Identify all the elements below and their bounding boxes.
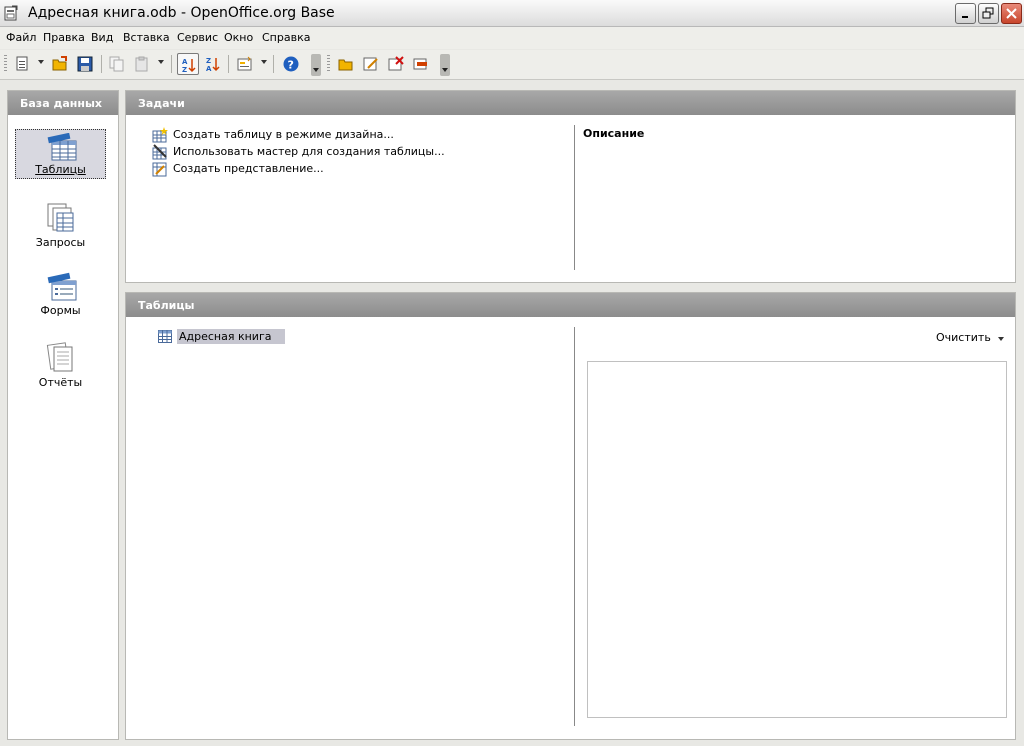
svg-text:A: A (206, 65, 212, 72)
svg-text:Z: Z (206, 57, 211, 65)
toolbar-grip[interactable] (327, 55, 330, 73)
toolbar-separator (273, 55, 274, 73)
title-bar: Адресная книга.odb - OpenOffice.org Base (0, 0, 1024, 27)
standard-toolbar: A Z Z A ? (0, 50, 1024, 80)
window-title: Адресная книга.odb - OpenOffice.org Base (28, 5, 335, 21)
reports-icon (46, 342, 72, 372)
restore-button[interactable] (978, 3, 999, 24)
toolbar-overflow-button[interactable] (311, 54, 321, 76)
forms-icon (47, 272, 76, 301)
base-app-icon (4, 5, 18, 21)
tasks-divider (574, 125, 575, 270)
sidebar-item-label: Отчёты (38, 376, 83, 389)
close-icon (1006, 8, 1017, 19)
menu-insert[interactable]: Вставка (123, 31, 170, 44)
preview-area (587, 361, 1007, 718)
sidebar-item-queries[interactable]: Запросы (15, 199, 106, 249)
tables-icon (47, 133, 76, 161)
toolbar-overflow-button[interactable] (440, 54, 450, 76)
sidebar-item-label: Формы (40, 304, 81, 317)
tables-panel-header: Таблицы (126, 293, 1015, 317)
open-button[interactable] (49, 53, 71, 75)
clear-preview-button[interactable]: Очистить (936, 331, 991, 344)
form-icon (237, 56, 252, 71)
queries-icon (47, 203, 73, 232)
restore-icon (982, 7, 994, 19)
svg-text:Z: Z (182, 66, 187, 73)
task-create-table-design[interactable]: Создать таблицу в режиме дизайна... (152, 127, 452, 143)
sort-ascending-icon: A Z (182, 58, 196, 73)
database-panel: База данных Таблицы Запросы Формы Отчёты (7, 90, 119, 740)
sidebar-item-forms[interactable]: Формы (15, 269, 106, 319)
database-panel-header: База данных (8, 91, 118, 115)
toolbar-separator (101, 55, 102, 73)
tasks-panel-header: Задачи (126, 91, 1015, 115)
svg-text:A: A (182, 58, 188, 66)
paste-icon (135, 56, 148, 72)
toolbar-grip[interactable] (4, 55, 7, 73)
minimize-icon (962, 16, 968, 18)
save-icon (77, 56, 93, 72)
sidebar-item-label: Запросы (35, 236, 86, 249)
menu-file[interactable]: Файл (6, 31, 36, 44)
rename-icon (413, 58, 427, 70)
menu-help[interactable]: Справка (262, 31, 310, 44)
copy-button[interactable] (106, 53, 128, 75)
new-dropdown-arrow[interactable] (38, 60, 44, 64)
task-label: Создать таблицу в режиме дизайна... (173, 128, 394, 141)
sort-ascending-button[interactable]: A Z (177, 53, 199, 75)
open-db-object-icon (338, 59, 353, 71)
view-icon (152, 162, 167, 177)
task-label: Создать представление... (173, 162, 324, 175)
delete-icon (388, 56, 404, 71)
svg-text:?: ? (288, 59, 294, 72)
table-design-icon (152, 127, 168, 143)
copy-icon (109, 56, 124, 72)
menu-tools[interactable]: Сервис (177, 31, 218, 44)
help-button[interactable]: ? (280, 53, 302, 75)
new-document-button[interactable] (11, 53, 33, 75)
new-document-icon (16, 56, 28, 71)
close-button[interactable] (1001, 3, 1022, 24)
toolbar-separator (228, 55, 229, 73)
sidebar-item-label: Таблицы (35, 163, 86, 176)
task-use-table-wizard[interactable]: Использовать мастер для создания таблицы… (152, 144, 452, 160)
task-label: Использовать мастер для создания таблицы… (173, 145, 445, 158)
tables-panel: Таблицы Адресная книга Очистить (125, 292, 1016, 740)
toolbar-separator (171, 55, 172, 73)
help-icon: ? (283, 56, 299, 72)
open-folder-icon (52, 56, 67, 71)
minimize-button[interactable] (955, 3, 976, 24)
form-dropdown-arrow[interactable] (261, 60, 267, 64)
menu-edit[interactable]: Правка (43, 31, 85, 44)
save-button[interactable] (74, 53, 96, 75)
table-icon (158, 330, 172, 343)
table-item-address-book[interactable]: Адресная книга (158, 329, 286, 345)
rename-button[interactable] (410, 53, 432, 75)
edit-button[interactable] (360, 53, 382, 75)
task-create-view[interactable]: Создать представление... (152, 161, 452, 177)
tasks-panel: Задачи Создать таблицу в режиме дизайна.… (125, 90, 1016, 283)
tables-divider (574, 327, 575, 726)
table-item-label: Адресная книга (177, 329, 286, 344)
sort-descending-icon: Z A (206, 57, 220, 72)
clear-dropdown-arrow[interactable] (998, 337, 1004, 341)
paste-button[interactable] (131, 53, 153, 75)
paste-dropdown-arrow[interactable] (158, 60, 164, 64)
sidebar-item-reports[interactable]: Отчёты (15, 339, 106, 389)
edit-icon (363, 57, 378, 71)
open-db-object-button[interactable] (335, 53, 357, 75)
menu-bar: Файл Правка Вид Вставка Сервис Окно Спра… (0, 27, 1024, 49)
sort-descending-button[interactable]: Z A (202, 53, 224, 75)
description-title: Описание (583, 127, 645, 140)
sidebar-item-tables[interactable]: Таблицы (15, 129, 106, 179)
wizard-icon (152, 144, 167, 160)
form-button[interactable] (234, 53, 256, 75)
menu-view[interactable]: Вид (91, 31, 113, 44)
menu-window[interactable]: Окно (224, 31, 253, 44)
delete-button[interactable] (385, 53, 407, 75)
